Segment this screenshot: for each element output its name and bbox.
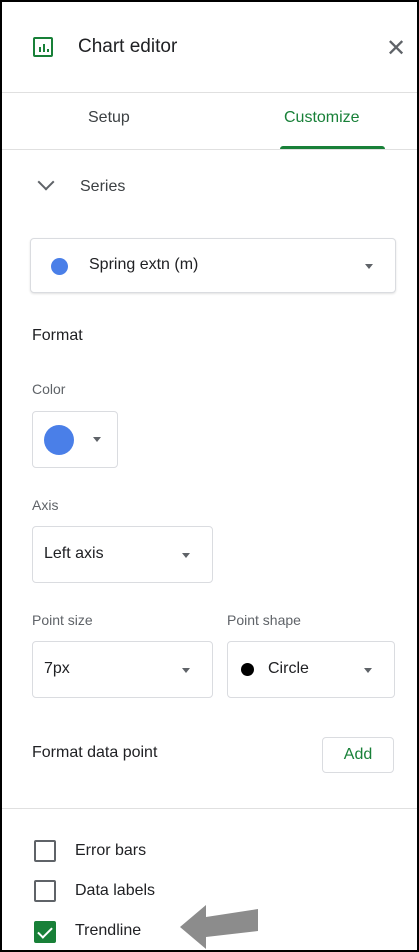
circle-shape-icon bbox=[241, 663, 254, 676]
bar-chart-icon bbox=[33, 37, 53, 57]
trendline-label: Trendline bbox=[75, 922, 142, 939]
axis-select-value: Left axis bbox=[44, 545, 104, 562]
dropdown-caret-icon bbox=[364, 668, 372, 673]
tab-bar: Setup Customize bbox=[2, 93, 417, 150]
tab-customize[interactable]: Customize bbox=[284, 109, 360, 127]
axis-select[interactable]: Left axis bbox=[32, 526, 213, 583]
series-color-dot bbox=[51, 258, 68, 275]
data-labels-label: Data labels bbox=[75, 882, 156, 899]
checkmark-icon bbox=[37, 923, 53, 939]
format-heading: Format bbox=[32, 327, 83, 344]
color-swatch bbox=[44, 425, 74, 455]
divider bbox=[2, 808, 417, 809]
trendline-checkbox[interactable] bbox=[34, 921, 56, 943]
axis-label: Axis bbox=[32, 497, 59, 513]
error-bars-checkbox[interactable] bbox=[34, 840, 56, 862]
arrow-left-icon bbox=[180, 905, 258, 949]
section-label: Series bbox=[80, 178, 126, 195]
color-label: Color bbox=[32, 381, 66, 397]
tab-setup[interactable]: Setup bbox=[88, 109, 130, 127]
point-size-label: Point size bbox=[32, 612, 93, 628]
error-bars-label: Error bars bbox=[75, 842, 147, 859]
panel-header: Chart editor ✕ bbox=[2, 2, 417, 93]
dropdown-caret-icon bbox=[365, 264, 373, 269]
dropdown-caret-icon bbox=[93, 437, 101, 442]
series-select[interactable]: Spring extn (m) bbox=[30, 238, 396, 293]
active-tab-indicator bbox=[280, 146, 385, 149]
series-select-value: Spring extn (m) bbox=[89, 256, 199, 273]
point-shape-label: Point shape bbox=[227, 612, 301, 628]
point-shape-select[interactable]: Circle bbox=[227, 641, 395, 698]
data-labels-checkbox[interactable] bbox=[34, 880, 56, 902]
color-picker[interactable] bbox=[32, 411, 118, 468]
point-shape-value: Circle bbox=[268, 660, 309, 677]
dropdown-caret-icon bbox=[182, 553, 190, 558]
panel-title: Chart editor bbox=[78, 36, 178, 57]
add-data-point-button[interactable]: Add bbox=[322, 737, 394, 773]
point-size-select[interactable]: 7px bbox=[32, 641, 213, 698]
chevron-down-icon bbox=[37, 173, 55, 191]
point-size-value: 7px bbox=[44, 660, 70, 677]
close-icon[interactable]: ✕ bbox=[383, 36, 409, 62]
dropdown-caret-icon bbox=[182, 668, 190, 673]
format-data-point-label: Format data point bbox=[32, 744, 158, 761]
chart-editor-panel: Chart editor ✕ Setup Customize Series Sp… bbox=[0, 0, 419, 952]
